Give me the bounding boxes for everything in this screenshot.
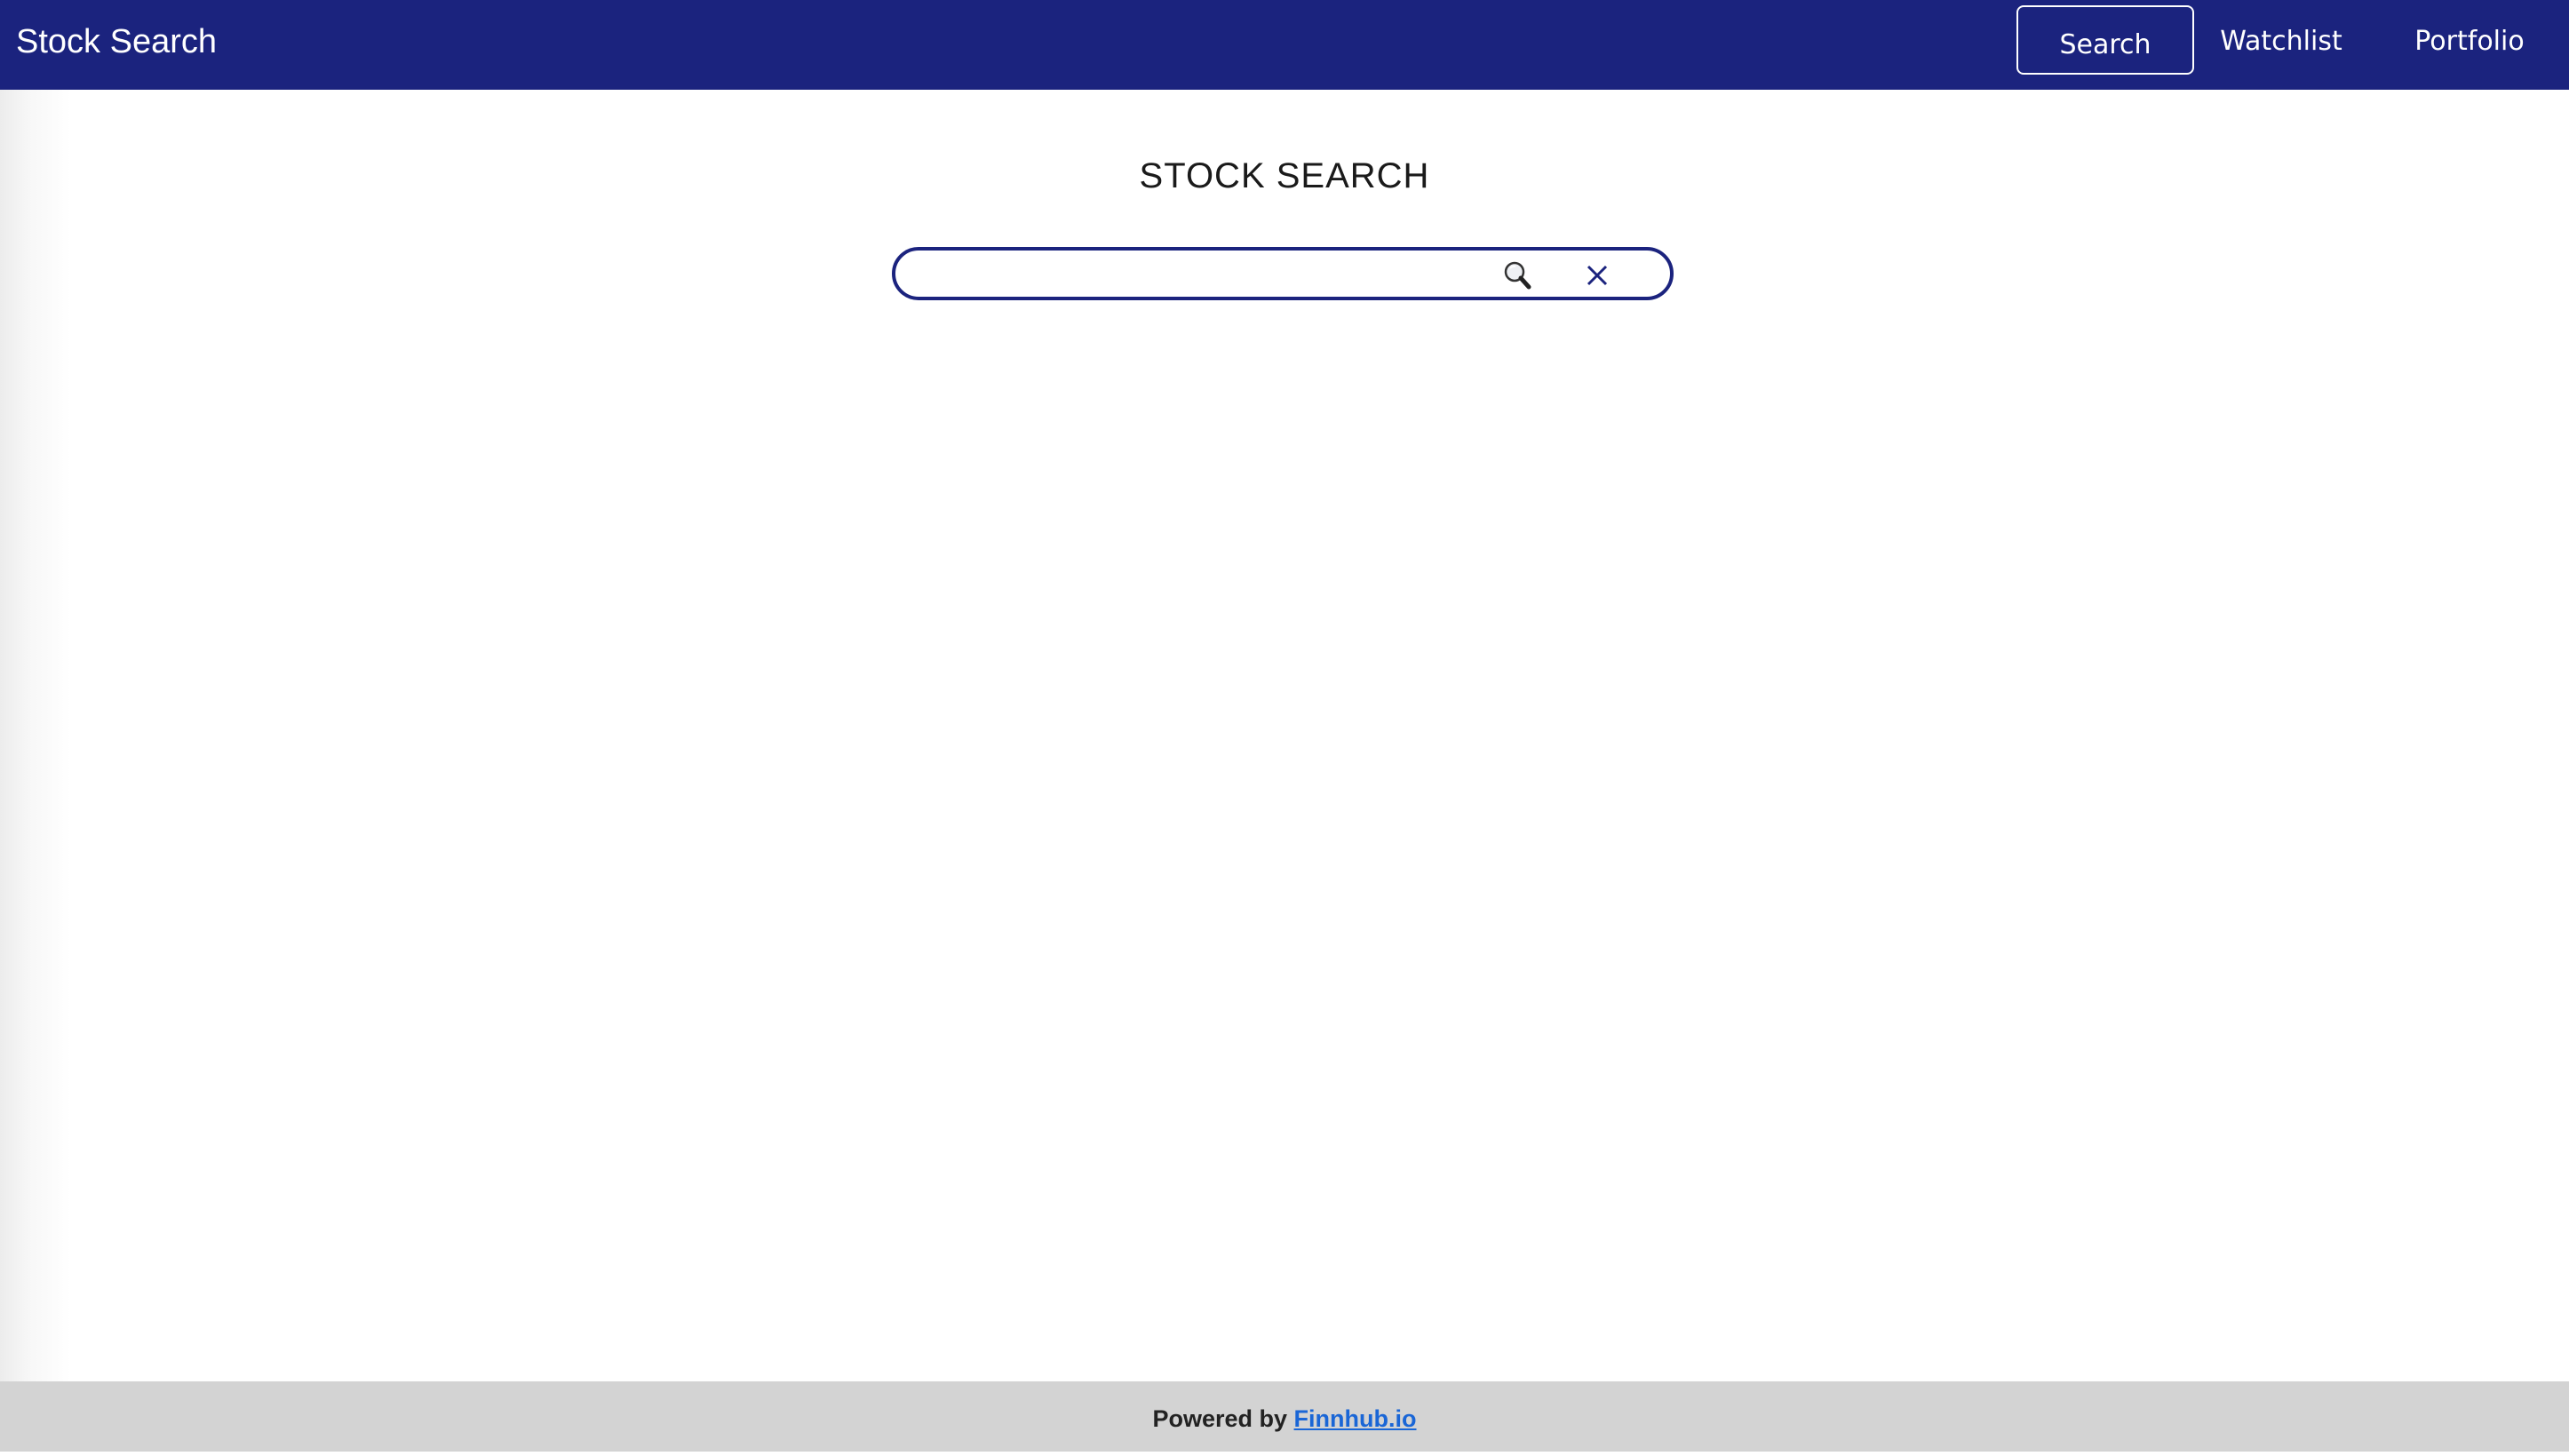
finnhub-link[interactable]: Finnhub.io [1294,1405,1417,1432]
nav-portfolio-link[interactable]: Portfolio [2398,5,2541,75]
brand-title[interactable]: Stock Search [16,20,217,64]
nav-search-link[interactable]: Search [2016,5,2194,75]
left-shade [0,90,71,1381]
close-icon[interactable] [1581,259,1613,291]
search-input[interactable] [917,256,1453,293]
page-title: STOCK SEARCH [1139,156,1430,195]
top-navbar: Stock Search Search Watchlist Portfolio [0,0,2569,90]
search-icon[interactable] [1499,258,1539,293]
footer-prefix: Powered by [1152,1405,1294,1432]
footer: Powered by Finnhub.io [0,1381,2569,1452]
search-bar [892,247,1674,300]
nav-watchlist-link[interactable]: Watchlist [2212,5,2350,75]
